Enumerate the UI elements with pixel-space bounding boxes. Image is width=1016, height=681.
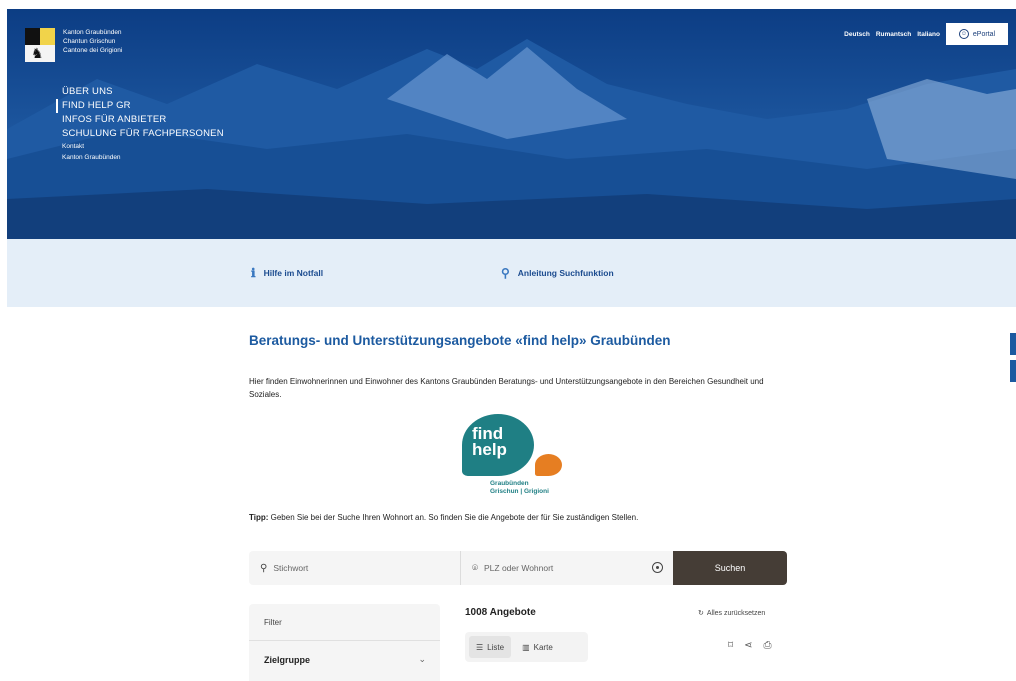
search-bar: ⚲ Stichwort ⌾ PLZ oder Wohnort Suchen bbox=[249, 551, 787, 585]
lang-deutsch[interactable]: Deutsch bbox=[844, 31, 870, 38]
reset-all-button[interactable]: ↻ Alles zurücksetzen bbox=[698, 609, 766, 618]
result-actions: ⌑ ⋖ ⎙ bbox=[728, 640, 772, 651]
logo-caption: Graubünden Grischun | Grigioni bbox=[490, 480, 549, 496]
find-help-logo: find help Graubünden Grischun | Grigioni bbox=[462, 414, 582, 504]
view-map-button[interactable]: ▥ Karte bbox=[515, 636, 560, 658]
location-input[interactable]: ⌾ PLZ oder Wohnort bbox=[461, 551, 673, 585]
map-icon: ▥ bbox=[522, 642, 530, 652]
intro-text: Hier finden Einwohnerinnen und Einwohner… bbox=[249, 377, 764, 399]
filter-panel: Filter Zielgruppe ⌄ bbox=[249, 604, 440, 681]
user-icon: ☺ bbox=[958, 29, 969, 39]
eportal-button[interactable]: ☺ ePortal bbox=[946, 23, 1008, 45]
main-nav: ÜBER UNS FIND HELP GR INFOS FÜR ANBIETER… bbox=[56, 85, 224, 163]
logo-caption-2: Grischun | Grigioni bbox=[490, 488, 549, 495]
nav-kanton-graubuenden[interactable]: Kanton Graubünden bbox=[62, 152, 224, 163]
help-band: ℹ Hilfe im Notfall ⚲ Anleitung Suchfunkt… bbox=[7, 239, 1016, 307]
share-icon[interactable]: ⋖ bbox=[744, 640, 752, 651]
canton-logo[interactable]: ♞ Kanton Graubünden Chantun Grischun Can… bbox=[25, 28, 122, 62]
logo-caption-1: Graubünden bbox=[490, 480, 529, 487]
reset-icon: ↻ bbox=[698, 610, 704, 617]
tip-label: Tipp: bbox=[249, 513, 269, 522]
view-toggle: ☰ Liste ▥ Karte bbox=[465, 632, 588, 662]
side-tab-1[interactable] bbox=[1010, 333, 1016, 355]
canton-crest-icon: ♞ bbox=[25, 28, 55, 62]
eportal-label: ePortal bbox=[972, 30, 996, 38]
filter-label: Filter bbox=[264, 618, 282, 627]
location-placeholder: PLZ oder Wohnort bbox=[484, 563, 554, 573]
reset-label: Alles zurücksetzen bbox=[706, 609, 766, 617]
info-icon: ℹ bbox=[251, 266, 256, 280]
filter-zielgruppe[interactable]: Zielgruppe bbox=[264, 655, 310, 665]
logo-word-help: help bbox=[472, 440, 507, 459]
print-icon[interactable]: ⎙ bbox=[764, 640, 772, 651]
search-guide-label: Anleitung Suchfunktion bbox=[517, 268, 614, 278]
page-title: Beratungs- und Unterstützungsangebote «f… bbox=[249, 333, 671, 348]
location-pin-icon: ⌾ bbox=[472, 562, 478, 574]
search-button[interactable]: Suchen bbox=[673, 551, 787, 585]
magnifier-icon: ⚲ bbox=[501, 266, 510, 280]
canton-name-rm: Chantun Grischun bbox=[63, 38, 116, 45]
canton-name-de: Kanton Graubünden bbox=[63, 29, 122, 36]
view-list-button[interactable]: ☰ Liste bbox=[469, 636, 512, 658]
emergency-help-label: Hilfe im Notfall bbox=[263, 268, 324, 278]
bookmark-icon[interactable]: ⌑ bbox=[728, 640, 733, 651]
lang-italiano[interactable]: Italiano bbox=[917, 31, 940, 38]
crosshair-icon[interactable] bbox=[652, 562, 663, 573]
emergency-help-link[interactable]: ℹ Hilfe im Notfall bbox=[251, 266, 323, 280]
hero-banner: ♞ Kanton Graubünden Chantun Grischun Can… bbox=[7, 9, 1016, 239]
search-guide-link[interactable]: ⚲ Anleitung Suchfunktion bbox=[501, 266, 614, 280]
filter-divider bbox=[249, 640, 440, 641]
nav-find-help-gr[interactable]: FIND HELP GR bbox=[56, 99, 224, 113]
nav-infos-fuer-anbieter[interactable]: INFOS FÜR ANBIETER bbox=[62, 113, 224, 127]
canton-names: Kanton Graubünden Chantun Grischun Canto… bbox=[63, 28, 122, 62]
view-list-label: Liste bbox=[487, 642, 505, 652]
list-icon: ☰ bbox=[476, 642, 484, 652]
canton-name-it: Cantone dei Grigioni bbox=[63, 47, 123, 54]
lang-rumantsch[interactable]: Rumantsch bbox=[876, 31, 911, 38]
results-count: 1008 Angebote bbox=[465, 607, 536, 618]
nav-kontakt[interactable]: Kontakt bbox=[62, 141, 224, 152]
keyword-placeholder: Stichwort bbox=[273, 563, 309, 573]
keyword-input[interactable]: ⚲ Stichwort bbox=[249, 551, 461, 585]
language-switcher: Deutsch Rumantsch Italiano bbox=[844, 31, 940, 38]
side-tab-2[interactable] bbox=[1010, 360, 1016, 382]
search-icon: ⚲ bbox=[260, 562, 268, 574]
find-help-bubble: find help bbox=[462, 414, 534, 476]
tip-text: Tipp: Geben Sie bei der Suche Ihren Wohn… bbox=[249, 513, 638, 522]
nav-schulung[interactable]: SCHULUNG FÜR FACHPERSONEN bbox=[62, 127, 224, 141]
nav-ueber-uns[interactable]: ÜBER UNS bbox=[62, 85, 224, 99]
logo-drop-shape bbox=[535, 454, 562, 476]
chevron-down-icon[interactable]: ⌄ bbox=[418, 654, 426, 665]
view-map-label: Karte bbox=[533, 642, 553, 652]
tip-body: Geben Sie bei der Suche Ihren Wohnort an… bbox=[268, 513, 639, 522]
